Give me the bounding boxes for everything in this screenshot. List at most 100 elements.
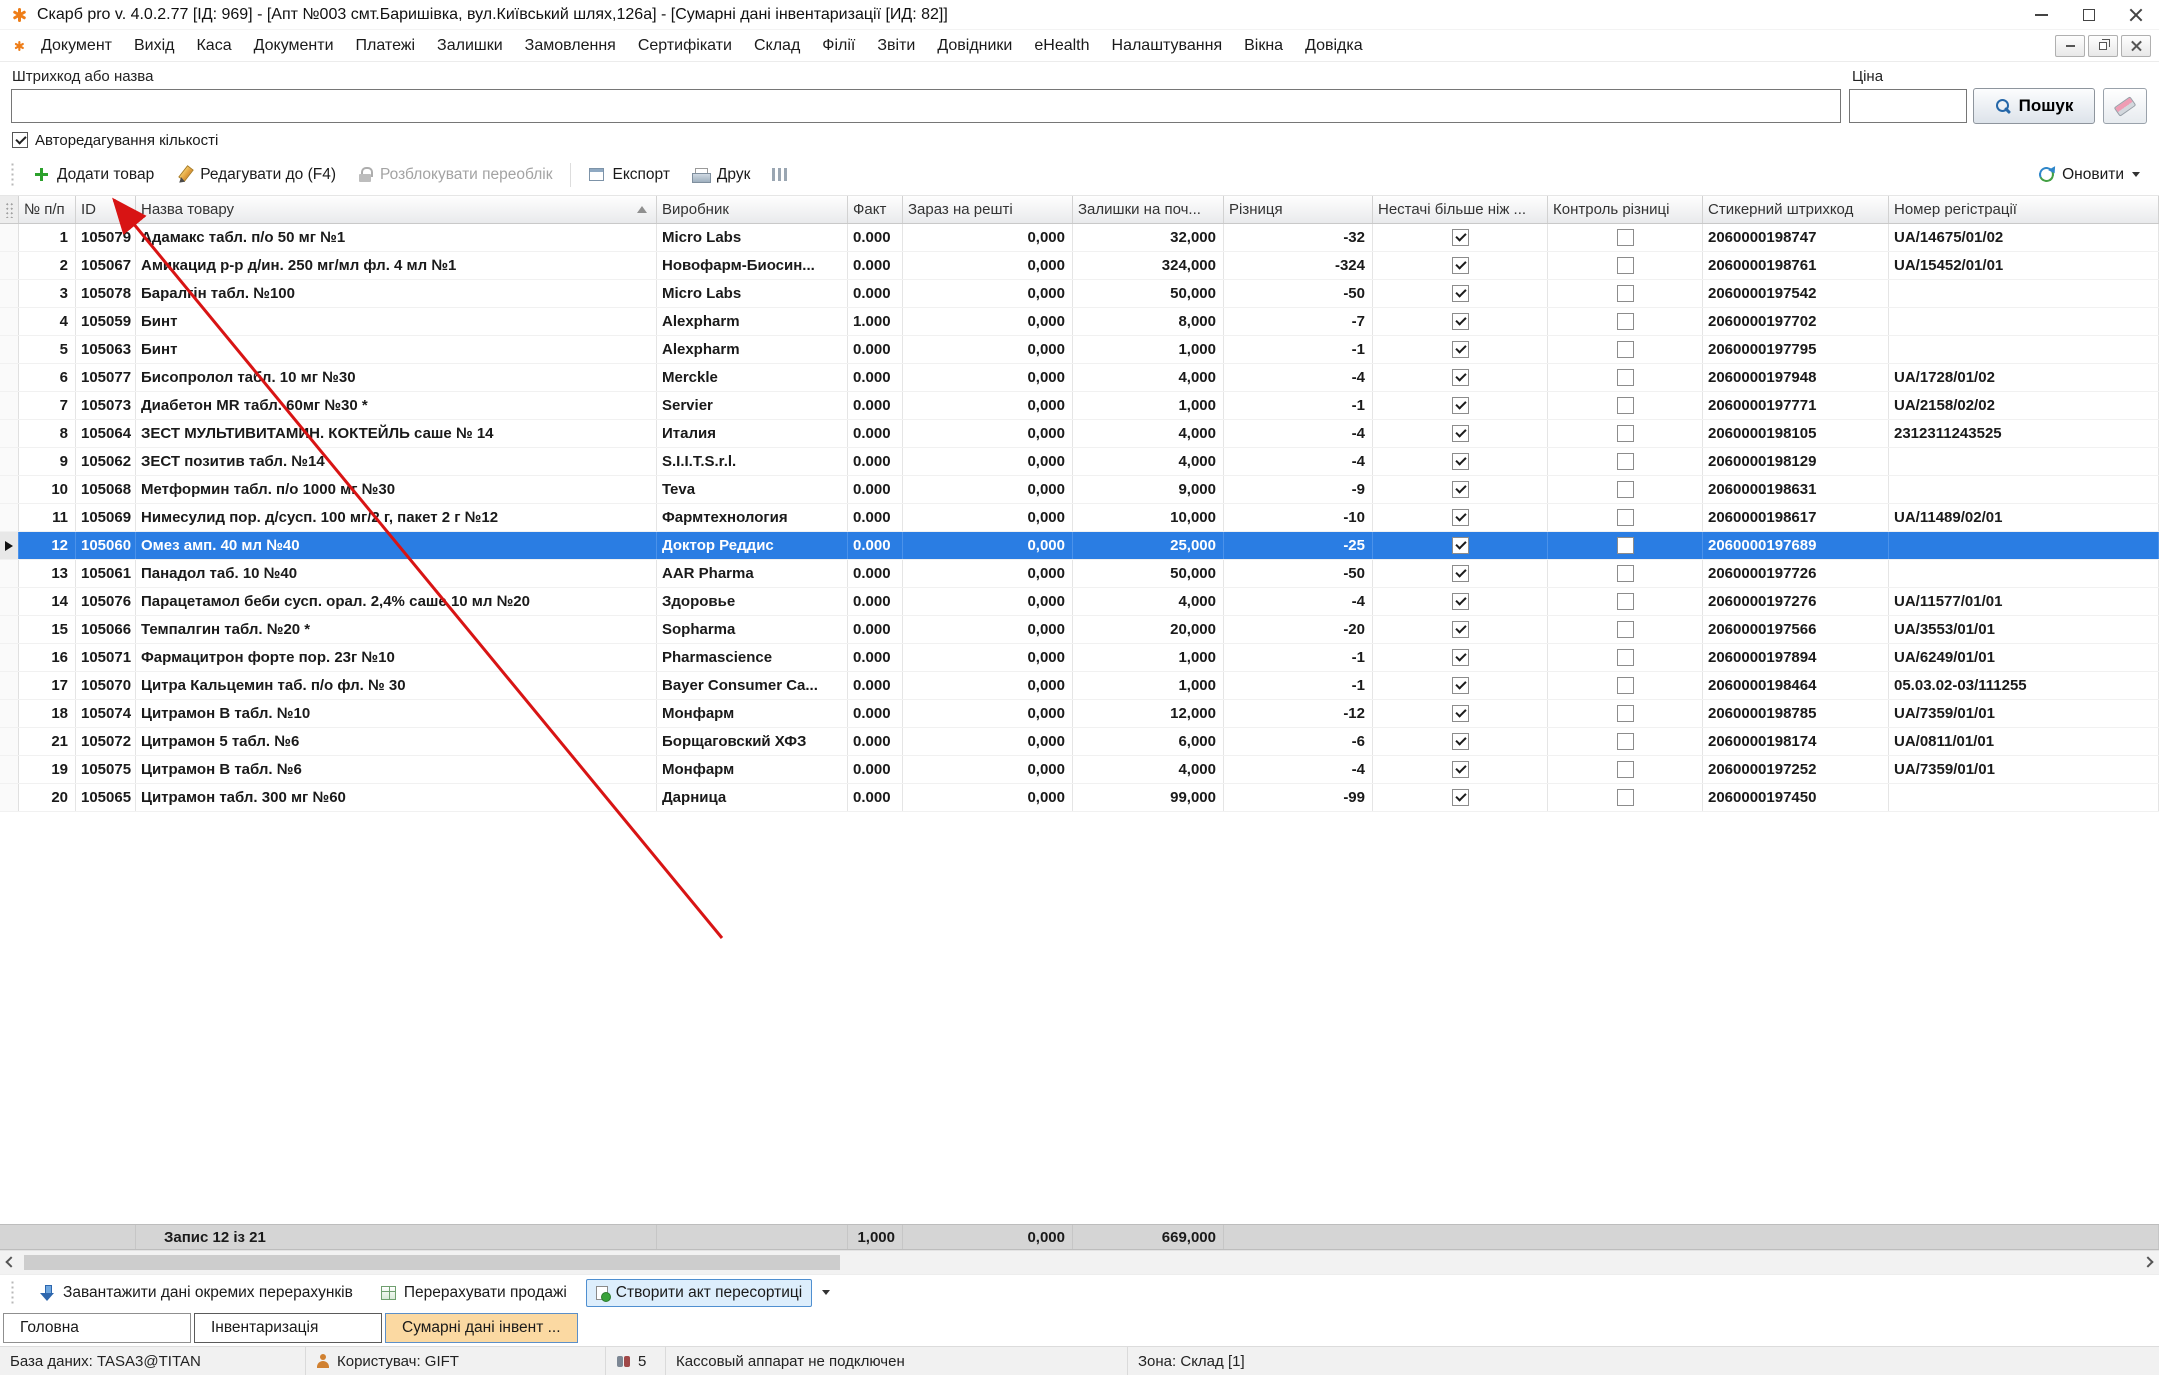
column-header-id[interactable]: ID xyxy=(76,196,136,223)
tab-main[interactable]: Головна xyxy=(3,1313,191,1343)
load-recounts-button[interactable]: Завантажити дані окремих перерахунків xyxy=(31,1280,362,1306)
control-checkbox[interactable] xyxy=(1617,369,1634,386)
column-header-fact[interactable]: Факт xyxy=(848,196,903,223)
table-row[interactable]: 13105061Панадол таб. 10 №40AAR Pharma0.0… xyxy=(0,560,2159,588)
column-header-name[interactable]: Назва товару xyxy=(136,196,657,223)
control-checkbox[interactable] xyxy=(1617,537,1634,554)
control-checkbox[interactable] xyxy=(1617,621,1634,638)
scroll-left-icon[interactable] xyxy=(5,1256,16,1267)
table-row[interactable]: 14105076Парацетамол беби сусп. орал. 2,4… xyxy=(0,588,2159,616)
child-restore-button[interactable] xyxy=(2088,35,2118,57)
control-checkbox[interactable] xyxy=(1617,229,1634,246)
maximize-button[interactable] xyxy=(2065,0,2112,29)
table-row[interactable]: 17105070Цитра Кальцемин таб. п/о фл. № 3… xyxy=(0,672,2159,700)
table-row[interactable]: 18105074Цитрамон В табл. №10Монфарм0.000… xyxy=(0,700,2159,728)
shortage-checkbox[interactable] xyxy=(1452,509,1469,526)
shortage-checkbox[interactable] xyxy=(1452,285,1469,302)
horizontal-scrollbar[interactable] xyxy=(0,1250,2159,1274)
column-header-num[interactable]: № п/п xyxy=(19,196,76,223)
menu-item[interactable]: Філії xyxy=(811,30,866,61)
refresh-dropdown-icon[interactable] xyxy=(2132,172,2140,177)
shortage-checkbox[interactable] xyxy=(1452,677,1469,694)
barcode-search-input[interactable] xyxy=(11,89,1841,123)
shortage-checkbox[interactable] xyxy=(1452,733,1469,750)
table-row[interactable]: 10105068Метформин табл. п/о 1000 мг №30T… xyxy=(0,476,2159,504)
table-row[interactable]: 12105060Омез амп. 40 мл №40Доктор Реддис… xyxy=(0,532,2159,560)
table-row[interactable]: 4105059БинтAlexpharm1.0000,0008,000-7206… xyxy=(0,308,2159,336)
close-button[interactable] xyxy=(2112,0,2159,29)
control-checkbox[interactable] xyxy=(1617,509,1634,526)
control-checkbox[interactable] xyxy=(1617,285,1634,302)
create-act-dropdown-icon[interactable] xyxy=(822,1290,830,1295)
shortage-checkbox[interactable] xyxy=(1452,313,1469,330)
shortage-checkbox[interactable] xyxy=(1452,621,1469,638)
menu-item[interactable]: Довідка xyxy=(1294,30,1374,61)
control-checkbox[interactable] xyxy=(1617,257,1634,274)
shortage-checkbox[interactable] xyxy=(1452,453,1469,470)
table-row[interactable]: 20105065Цитрамон табл. 300 мг №60Дарница… xyxy=(0,784,2159,812)
menu-item[interactable]: Платежі xyxy=(345,30,427,61)
search-button[interactable]: Пошук xyxy=(1973,88,2095,124)
table-row[interactable]: 2105067Амикацид р-р д/ин. 250 мг/мл фл. … xyxy=(0,252,2159,280)
menu-item[interactable]: Довідники xyxy=(926,30,1023,61)
shortage-checkbox[interactable] xyxy=(1452,481,1469,498)
menu-item[interactable]: Залишки xyxy=(426,30,514,61)
shortage-checkbox[interactable] xyxy=(1452,341,1469,358)
control-checkbox[interactable] xyxy=(1617,761,1634,778)
shortage-checkbox[interactable] xyxy=(1452,565,1469,582)
menu-item[interactable]: Вихід xyxy=(123,30,186,61)
shortage-checkbox[interactable] xyxy=(1452,229,1469,246)
menu-item[interactable]: Налаштування xyxy=(1101,30,1234,61)
print-button[interactable]: Друк xyxy=(683,161,759,189)
tab-inventory[interactable]: Інвентаризація xyxy=(194,1313,382,1343)
shortage-checkbox[interactable] xyxy=(1452,397,1469,414)
scrollbar-thumb[interactable] xyxy=(24,1255,840,1270)
column-header-diff[interactable]: Різниця xyxy=(1224,196,1373,223)
add-product-button[interactable]: Додати товар xyxy=(25,161,163,189)
column-header-control[interactable]: Контроль різниці xyxy=(1548,196,1703,223)
shortage-checkbox[interactable] xyxy=(1452,649,1469,666)
child-close-button[interactable] xyxy=(2121,35,2151,57)
table-row[interactable]: 1105079Адамакс табл. п/о 50 мг №1Micro L… xyxy=(0,224,2159,252)
tab-summary-inventory[interactable]: Сумарні дані інвент ... xyxy=(385,1313,578,1343)
export-button[interactable]: Експорт xyxy=(580,161,678,189)
control-checkbox[interactable] xyxy=(1617,341,1634,358)
control-checkbox[interactable] xyxy=(1617,705,1634,722)
clear-button[interactable] xyxy=(2103,88,2147,124)
price-input[interactable] xyxy=(1849,89,1967,123)
control-checkbox[interactable] xyxy=(1617,677,1634,694)
control-checkbox[interactable] xyxy=(1617,397,1634,414)
refresh-button[interactable]: Оновити xyxy=(2030,161,2149,189)
table-row[interactable]: 9105062ЗЕСТ позитив табл. №14S.I.I.T.S.r… xyxy=(0,448,2159,476)
table-row[interactable]: 5105063БинтAlexpharm0.0000,0001,000-1206… xyxy=(0,336,2159,364)
shortage-checkbox[interactable] xyxy=(1452,789,1469,806)
column-header-reg[interactable]: Номер регістрації xyxy=(1889,196,2159,223)
column-header-now[interactable]: Зараз на решті xyxy=(903,196,1073,223)
columns-button[interactable] xyxy=(763,163,796,186)
table-row[interactable]: 6105077Бисопролол табл. 10 мг №30Merckle… xyxy=(0,364,2159,392)
control-checkbox[interactable] xyxy=(1617,593,1634,610)
control-checkbox[interactable] xyxy=(1617,453,1634,470)
menu-item[interactable]: Каса xyxy=(185,30,242,61)
control-checkbox[interactable] xyxy=(1617,425,1634,442)
menu-item[interactable]: Звіти xyxy=(866,30,926,61)
menu-item[interactable]: Замовлення xyxy=(514,30,627,61)
table-row[interactable]: 7105073Диабетон MR табл. 60мг №30 *Servi… xyxy=(0,392,2159,420)
control-checkbox[interactable] xyxy=(1617,565,1634,582)
menu-item[interactable]: Документ xyxy=(30,30,123,61)
scroll-right-icon[interactable] xyxy=(2142,1256,2153,1267)
menu-item[interactable]: eHealth xyxy=(1023,30,1100,61)
menu-item[interactable]: Сертифікати xyxy=(627,30,743,61)
table-row[interactable]: 11105069Нимесулид пор. д/сусп. 100 мг/2 … xyxy=(0,504,2159,532)
shortage-checkbox[interactable] xyxy=(1452,257,1469,274)
control-checkbox[interactable] xyxy=(1617,313,1634,330)
create-regrade-act-button[interactable]: Створити акт пересортиці xyxy=(586,1279,812,1307)
shortage-checkbox[interactable] xyxy=(1452,425,1469,442)
table-row[interactable]: 19105075Цитрамон В табл. №6Монфарм0.0000… xyxy=(0,756,2159,784)
unlock-recount-button[interactable]: Розблокувати переоблік xyxy=(349,161,562,189)
control-checkbox[interactable] xyxy=(1617,733,1634,750)
shortage-checkbox[interactable] xyxy=(1452,761,1469,778)
child-minimize-button[interactable] xyxy=(2055,35,2085,57)
table-row[interactable]: 16105071Фармацитрон форте пор. 23г №10Ph… xyxy=(0,644,2159,672)
shortage-checkbox[interactable] xyxy=(1452,369,1469,386)
